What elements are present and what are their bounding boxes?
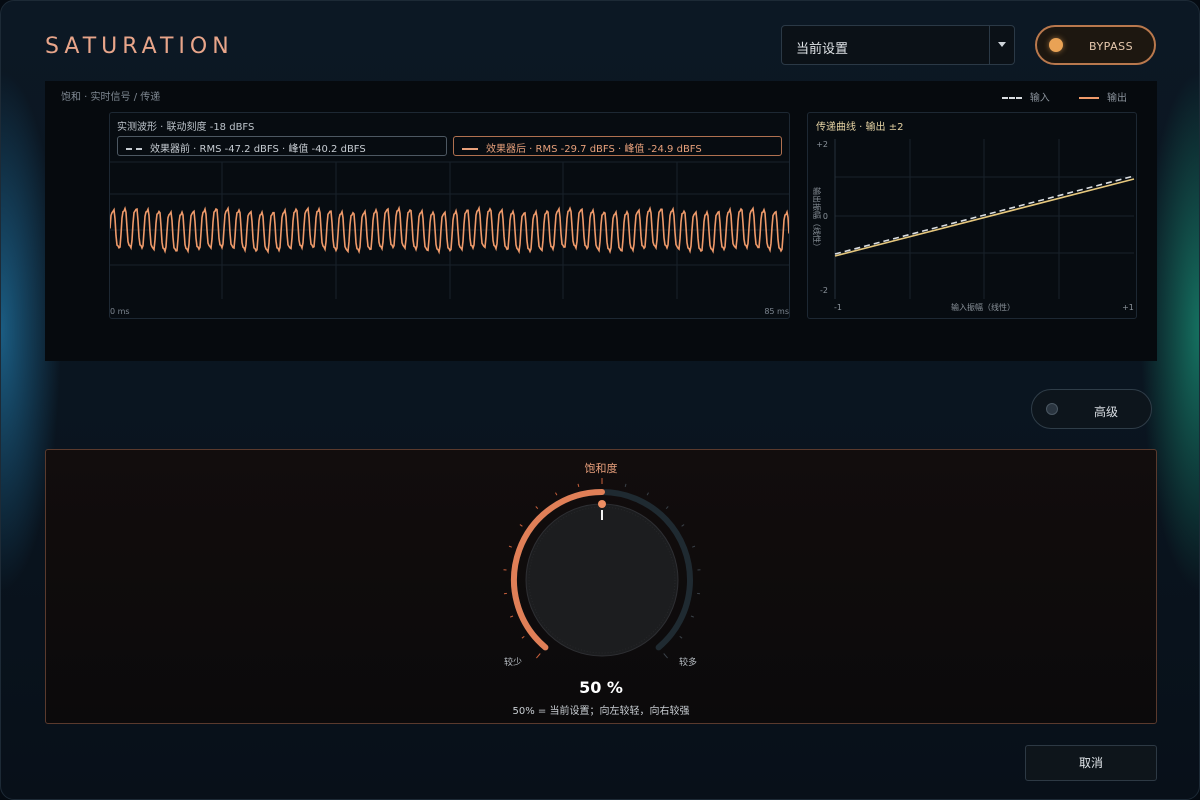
knob-min-label: 较少: [504, 658, 523, 668]
x-tick-right: +1: [1122, 303, 1134, 312]
knob-tick: [577, 483, 580, 488]
y-tick-bottom: -2: [820, 286, 828, 295]
knob-tick: [535, 506, 539, 510]
knob-tick: [536, 653, 541, 659]
knob-tick: [690, 615, 694, 618]
saturation-section: 饱和度 较少 较多 50 % 50% = 当前设置；向左较轻，向右较强: [45, 449, 1157, 724]
knob-tick: [663, 653, 668, 659]
knob-tick: [665, 506, 669, 510]
solid-line-icon: [1079, 97, 1099, 99]
chevron-down-icon[interactable]: [998, 42, 1006, 47]
knob-tick: [681, 524, 685, 527]
knob-tick: [521, 635, 525, 639]
bypass-toggle[interactable]: BYPASS: [1035, 25, 1156, 65]
dashed-line-icon: [1001, 97, 1022, 99]
cancel-button[interactable]: 取消: [1025, 745, 1157, 781]
saturation-hint: 50% = 当前设置；向左较轻，向右较强: [512, 706, 690, 717]
waveform-canvas: [110, 161, 789, 299]
y-tick-mid: 0: [823, 212, 828, 221]
transfer-canvas: +2 0 -2 -1 +1 输入振幅（线性） 输出振幅（线性）: [812, 139, 1135, 312]
knob-tick: [692, 545, 696, 548]
y-axis-label: 输出振幅（线性）: [812, 187, 822, 251]
knob-tick: [624, 483, 627, 488]
waveform-plot: 实测波形 · 联动刻度 -18 dBFS 效果器前 · RMS -47.2 dB…: [109, 112, 790, 319]
knob-tick: [646, 492, 649, 496]
time-axis-start: 0 ms: [110, 307, 130, 316]
analyzer-panel: 饱和 · 实时信号 / 传递 输入 输出 实测波形 · 联动刻度 -18 dBF…: [45, 81, 1157, 361]
preset-value: 当前设置: [796, 42, 849, 57]
dropdown-divider: [989, 26, 990, 64]
plugin-title: SATURATION: [45, 34, 234, 59]
plugin-window: SATURATION 当前设置 BYPASS 饱和 · 实时信号 / 传递 输入…: [0, 0, 1200, 800]
x-tick-left: -1: [834, 303, 842, 312]
knob-max-label: 较多: [679, 658, 698, 668]
transfer-curve-plot: 传递曲线 · 输出 ±2 +2 0 -2 -1 +1 输入振幅（线性） 输出振幅…: [807, 112, 1137, 319]
breadcrumb: 饱和 · 实时信号 / 传递: [61, 92, 161, 103]
knob-tick: [510, 615, 514, 618]
legend-item-input: 输入: [1001, 89, 1050, 104]
knob-body: [525, 503, 679, 657]
transfer-grid: [834, 139, 1134, 299]
y-tick-top: +2: [816, 140, 828, 149]
preset-dropdown[interactable]: 当前设置: [781, 25, 1015, 65]
bypass-indicator-icon: [1049, 38, 1063, 52]
knob-tick: [519, 524, 523, 527]
analyzer-legend: 输入 输出: [976, 89, 1127, 104]
knob-tick: [679, 635, 683, 639]
knob-tick: [555, 492, 558, 496]
saturation-knob[interactable]: [492, 472, 712, 662]
advanced-label: 高级: [1094, 405, 1119, 419]
knob-tick: [508, 545, 512, 548]
saturation-value: 50 %: [579, 678, 623, 697]
bypass-label: BYPASS: [1089, 40, 1134, 53]
advanced-indicator-icon: [1046, 403, 1058, 415]
x-axis-label: 输入振幅（线性）: [951, 302, 1015, 312]
knob-value-dot: [598, 500, 606, 508]
time-axis-end: 85 ms: [764, 307, 789, 316]
legend-item-output: 输出: [1079, 89, 1127, 104]
advanced-toggle[interactable]: 高级: [1031, 389, 1152, 429]
